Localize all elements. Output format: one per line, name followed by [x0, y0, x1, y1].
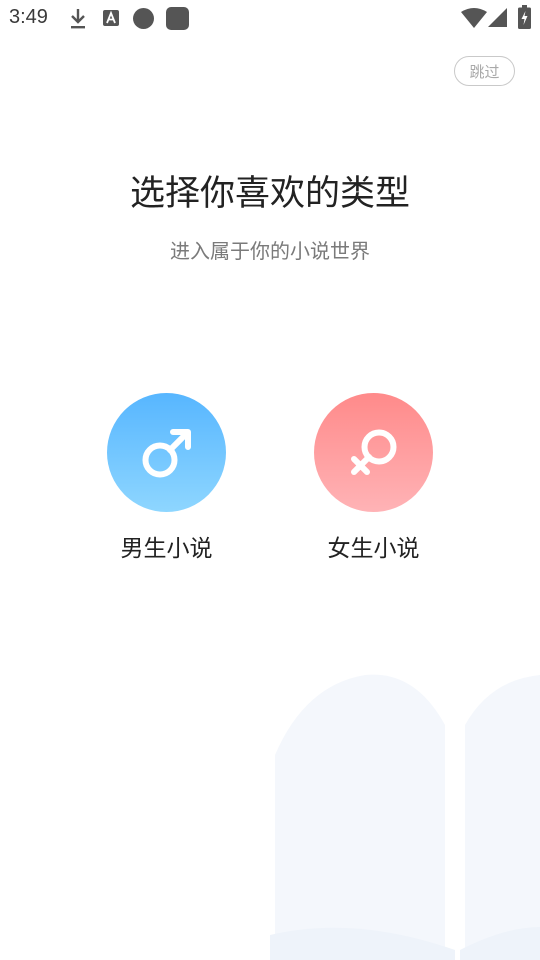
download-icon [71, 9, 85, 29]
female-novel-option[interactable]: 女生小说 [314, 393, 433, 563]
male-option-label: 男生小说 [120, 536, 213, 562]
female-option-label: 女生小说 [327, 536, 420, 562]
square-icon [166, 7, 189, 30]
signal-icon [488, 8, 507, 27]
page-title: 选择你喜欢的类型 [129, 174, 410, 214]
book-background-illustration [270, 674, 540, 960]
a-box-icon [103, 10, 119, 26]
status-bar: 3:49 [0, 0, 540, 36]
female-symbol-icon [350, 429, 396, 475]
status-time: 3:49 [9, 6, 48, 28]
male-novel-option[interactable]: 男生小说 [107, 393, 226, 563]
wifi-icon [461, 8, 487, 28]
skip-button[interactable]: 跳过 [454, 56, 515, 86]
page-subtitle: 进入属于你的小说世界 [170, 239, 370, 263]
male-symbol-icon [142, 428, 191, 477]
male-option-circle[interactable] [107, 393, 226, 512]
battery-icon [518, 5, 531, 29]
female-option-circle[interactable] [314, 393, 433, 512]
circle-icon [133, 8, 154, 29]
